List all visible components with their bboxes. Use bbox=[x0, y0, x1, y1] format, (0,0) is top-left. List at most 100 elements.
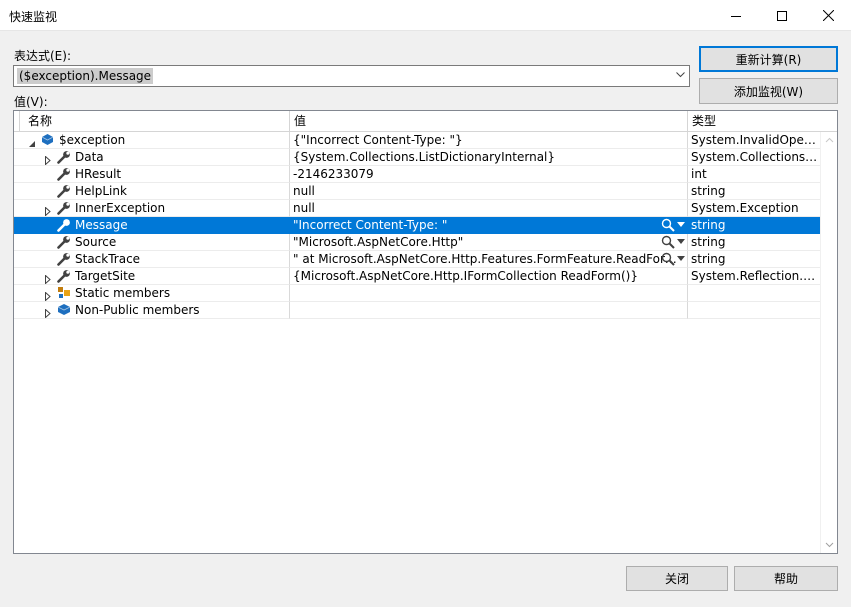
row-name-cell: TargetSite bbox=[14, 268, 290, 285]
magnifier-icon[interactable] bbox=[661, 218, 675, 232]
row-type: System.Exception bbox=[688, 200, 820, 217]
collapsed-triangle-icon[interactable] bbox=[44, 153, 52, 165]
row-name: InnerException bbox=[75, 201, 166, 215]
row-value-cell[interactable]: null bbox=[290, 183, 688, 200]
collapsed-triangle-icon[interactable] bbox=[44, 272, 52, 284]
wrench-icon bbox=[57, 167, 71, 182]
table-row[interactable]: Static members bbox=[14, 285, 820, 302]
header-type[interactable]: 类型 bbox=[688, 111, 837, 132]
row-name: Message bbox=[75, 218, 128, 232]
minimize-icon bbox=[731, 15, 741, 17]
row-value-cell[interactable]: {"Incorrect Content-Type: "} bbox=[290, 132, 688, 149]
row-name-cell: Static members bbox=[14, 285, 290, 302]
dropdown-arrow-icon[interactable] bbox=[677, 256, 685, 262]
visualizer-tools[interactable] bbox=[661, 235, 685, 249]
expression-combobox[interactable]: ($exception).Message bbox=[13, 65, 690, 87]
row-type: string bbox=[688, 251, 820, 268]
row-name-cell: InnerException bbox=[14, 200, 290, 217]
row-name-cell: HelpLink bbox=[14, 183, 290, 200]
row-type bbox=[688, 302, 820, 319]
title-bar: 快速监视 bbox=[0, 0, 851, 31]
collapsed-triangle-icon[interactable] bbox=[44, 204, 52, 216]
row-value: " at Microsoft.AspNetCore.Http.Features.… bbox=[293, 252, 688, 266]
collapsed-triangle-icon[interactable] bbox=[44, 306, 52, 318]
row-name-cell: HResult bbox=[14, 166, 290, 183]
magnifier-icon[interactable] bbox=[661, 252, 675, 266]
row-value-cell[interactable]: null bbox=[290, 200, 688, 217]
static-members-icon bbox=[57, 286, 72, 301]
row-name-cell: $exception bbox=[14, 132, 290, 149]
chevron-down-icon[interactable] bbox=[676, 72, 685, 78]
header-value[interactable]: 值 bbox=[290, 111, 688, 132]
close-icon bbox=[822, 10, 834, 21]
table-row[interactable]: HelpLink null string bbox=[14, 183, 820, 200]
visualizer-tools[interactable] bbox=[661, 252, 685, 266]
row-name: Static members bbox=[75, 286, 171, 300]
row-name: Non-Public members bbox=[75, 303, 200, 317]
reevaluate-button[interactable]: 重新计算(R) bbox=[699, 46, 838, 72]
table-row[interactable]: Message "Incorrect Content-Type: " string bbox=[14, 217, 820, 234]
row-name-cell: Non-Public members bbox=[14, 302, 290, 319]
row-value-cell[interactable]: {System.Collections.ListDictionaryIntern… bbox=[290, 149, 688, 166]
magnifier-icon[interactable] bbox=[661, 235, 675, 249]
row-type: string bbox=[688, 217, 820, 234]
table-row[interactable]: Data {System.Collections.ListDictionaryIn… bbox=[14, 149, 820, 166]
watch-grid[interactable]: 名称 值 类型 $exception {"Incorrect Content-Ty… bbox=[13, 110, 838, 554]
row-value-cell[interactable]: "Incorrect Content-Type: " bbox=[290, 217, 688, 234]
exception-icon bbox=[41, 133, 54, 148]
row-value-cell[interactable]: " at Microsoft.AspNetCore.Http.Features.… bbox=[290, 251, 688, 268]
non-public-members-icon bbox=[57, 303, 71, 318]
wrench-icon bbox=[57, 150, 71, 165]
scroll-up-icon[interactable] bbox=[821, 132, 838, 149]
row-name: StackTrace bbox=[75, 252, 141, 266]
row-type bbox=[688, 285, 820, 302]
maximize-button[interactable] bbox=[759, 0, 805, 31]
wrench-icon bbox=[57, 201, 71, 216]
add-watch-button[interactable]: 添加监视(W) bbox=[699, 78, 838, 104]
row-value: "Incorrect Content-Type: " bbox=[293, 218, 448, 232]
header-name[interactable]: 名称 bbox=[20, 111, 290, 132]
close-window-button[interactable] bbox=[805, 0, 851, 31]
expression-label: 表达式(E): bbox=[14, 49, 71, 63]
close-button[interactable]: 关闭 bbox=[626, 566, 728, 591]
row-name: Source bbox=[75, 235, 117, 249]
collapsed-triangle-icon[interactable] bbox=[44, 289, 52, 301]
row-value-cell[interactable]: "Microsoft.AspNetCore.Http" bbox=[290, 234, 688, 251]
row-type: System.Reflection.Met... bbox=[688, 268, 820, 285]
row-name: TargetSite bbox=[75, 269, 136, 283]
row-value: -2146233079 bbox=[293, 167, 374, 181]
dropdown-arrow-icon[interactable] bbox=[677, 239, 685, 245]
row-value-cell[interactable]: {Microsoft.AspNetCore.Http.IFormCollecti… bbox=[290, 268, 688, 285]
wrench-icon bbox=[57, 218, 71, 233]
row-value-cell[interactable] bbox=[290, 302, 688, 319]
row-value: {Microsoft.AspNetCore.Http.IFormCollecti… bbox=[293, 269, 638, 283]
table-row[interactable]: HResult -2146233079 int bbox=[14, 166, 820, 183]
table-row[interactable]: StackTrace " at Microsoft.AspNetCore.Http… bbox=[14, 251, 820, 268]
row-name-cell: Data bbox=[14, 149, 290, 166]
row-type: System.InvalidOperati... bbox=[688, 132, 820, 149]
visualizer-tools[interactable] bbox=[661, 218, 685, 232]
row-type: System.Collections.IDic... bbox=[688, 149, 820, 166]
expression-input[interactable]: ($exception).Message bbox=[17, 68, 154, 84]
scroll-down-icon[interactable] bbox=[821, 536, 838, 553]
value-label: 值(V): bbox=[14, 95, 48, 109]
table-row[interactable]: Non-Public members bbox=[14, 302, 820, 319]
row-value-cell[interactable] bbox=[290, 285, 688, 302]
table-row[interactable]: $exception {"Incorrect Content-Type: "} Sy… bbox=[14, 132, 820, 149]
wrench-icon bbox=[57, 235, 71, 250]
grid-header: 名称 值 类型 bbox=[14, 111, 837, 132]
row-name: HResult bbox=[75, 167, 122, 181]
help-button[interactable]: 帮助 bbox=[734, 566, 838, 591]
table-row[interactable]: Source "Microsoft.AspNetCore.Http" string bbox=[14, 234, 820, 251]
table-row[interactable]: TargetSite {Microsoft.AspNetCore.Http.IFo… bbox=[14, 268, 820, 285]
wrench-icon bbox=[57, 184, 71, 199]
row-value-cell[interactable]: -2146233079 bbox=[290, 166, 688, 183]
vertical-scrollbar[interactable] bbox=[820, 132, 837, 553]
row-value: {System.Collections.ListDictionaryIntern… bbox=[293, 150, 556, 164]
expanded-triangle-icon[interactable] bbox=[28, 136, 36, 148]
wrench-icon bbox=[57, 252, 71, 267]
table-row[interactable]: InnerException null System.Exception bbox=[14, 200, 820, 217]
minimize-button[interactable] bbox=[713, 0, 759, 31]
row-type: string bbox=[688, 183, 820, 200]
dropdown-arrow-icon[interactable] bbox=[677, 222, 685, 228]
